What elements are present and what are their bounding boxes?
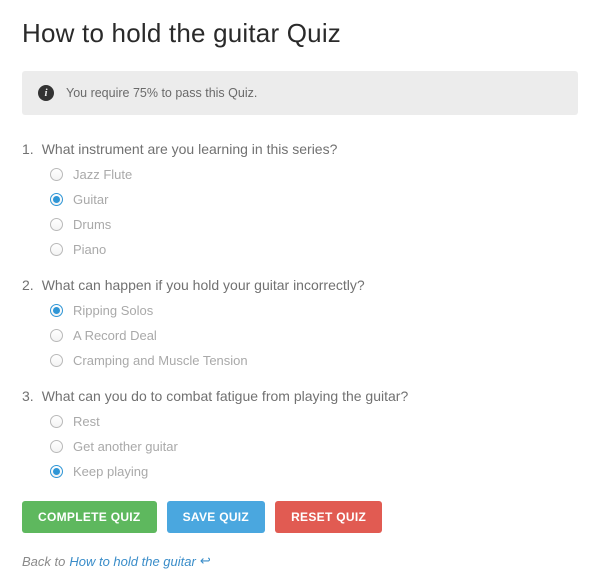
option-cramping[interactable]: Cramping and Muscle Tension xyxy=(50,353,578,368)
radio-icon xyxy=(50,329,63,342)
radio-icon xyxy=(50,354,63,367)
question-1: 1. What instrument are you learning in t… xyxy=(22,141,578,257)
reply-icon: ↩ xyxy=(200,553,211,569)
option-keep-playing[interactable]: Keep playing xyxy=(50,464,578,479)
radio-icon xyxy=(50,193,63,206)
question-text: What can you do to combat fatigue from p… xyxy=(42,388,409,404)
question-number: 2. xyxy=(22,277,34,293)
radio-icon xyxy=(50,168,63,181)
button-row: COMPLETE QUIZ SAVE QUIZ RESET QUIZ xyxy=(22,501,578,533)
option-ripping-solos[interactable]: Ripping Solos xyxy=(50,303,578,318)
option-piano[interactable]: Piano xyxy=(50,242,578,257)
option-rest[interactable]: Rest xyxy=(50,414,578,429)
radio-icon xyxy=(50,243,63,256)
radio-icon xyxy=(50,218,63,231)
question-text: What can happen if you hold your guitar … xyxy=(42,277,365,293)
page-title: How to hold the guitar Quiz xyxy=(22,18,578,49)
option-label: Jazz Flute xyxy=(73,167,132,182)
option-label: Rest xyxy=(73,414,100,429)
option-jazz-flute[interactable]: Jazz Flute xyxy=(50,167,578,182)
back-prefix: Back to xyxy=(22,554,65,569)
pass-notice-text: You require 75% to pass this Quiz. xyxy=(66,86,257,100)
pass-notice: i You require 75% to pass this Quiz. xyxy=(22,71,578,115)
complete-quiz-button[interactable]: COMPLETE QUIZ xyxy=(22,501,157,533)
question-text: What instrument are you learning in this… xyxy=(42,141,338,157)
option-label: Piano xyxy=(73,242,106,257)
radio-icon xyxy=(50,304,63,317)
option-record-deal[interactable]: A Record Deal xyxy=(50,328,578,343)
reset-quiz-button[interactable]: RESET QUIZ xyxy=(275,501,382,533)
option-label: Cramping and Muscle Tension xyxy=(73,353,248,368)
question-3: 3. What can you do to combat fatigue fro… xyxy=(22,388,578,479)
radio-icon xyxy=(50,440,63,453)
option-label: Ripping Solos xyxy=(73,303,153,318)
option-get-another[interactable]: Get another guitar xyxy=(50,439,578,454)
option-guitar[interactable]: Guitar xyxy=(50,192,578,207)
radio-icon xyxy=(50,465,63,478)
back-link[interactable]: How to hold the guitar xyxy=(69,554,195,569)
option-label: Guitar xyxy=(73,192,108,207)
question-2: 2. What can happen if you hold your guit… xyxy=(22,277,578,368)
option-label: A Record Deal xyxy=(73,328,157,343)
option-drums[interactable]: Drums xyxy=(50,217,578,232)
option-label: Keep playing xyxy=(73,464,148,479)
save-quiz-button[interactable]: SAVE QUIZ xyxy=(167,501,266,533)
option-label: Drums xyxy=(73,217,111,232)
question-number: 3. xyxy=(22,388,34,404)
question-number: 1. xyxy=(22,141,34,157)
info-icon: i xyxy=(38,85,54,101)
option-label: Get another guitar xyxy=(73,439,178,454)
radio-icon xyxy=(50,415,63,428)
back-line: Back to How to hold the guitar ↩ xyxy=(22,553,578,569)
